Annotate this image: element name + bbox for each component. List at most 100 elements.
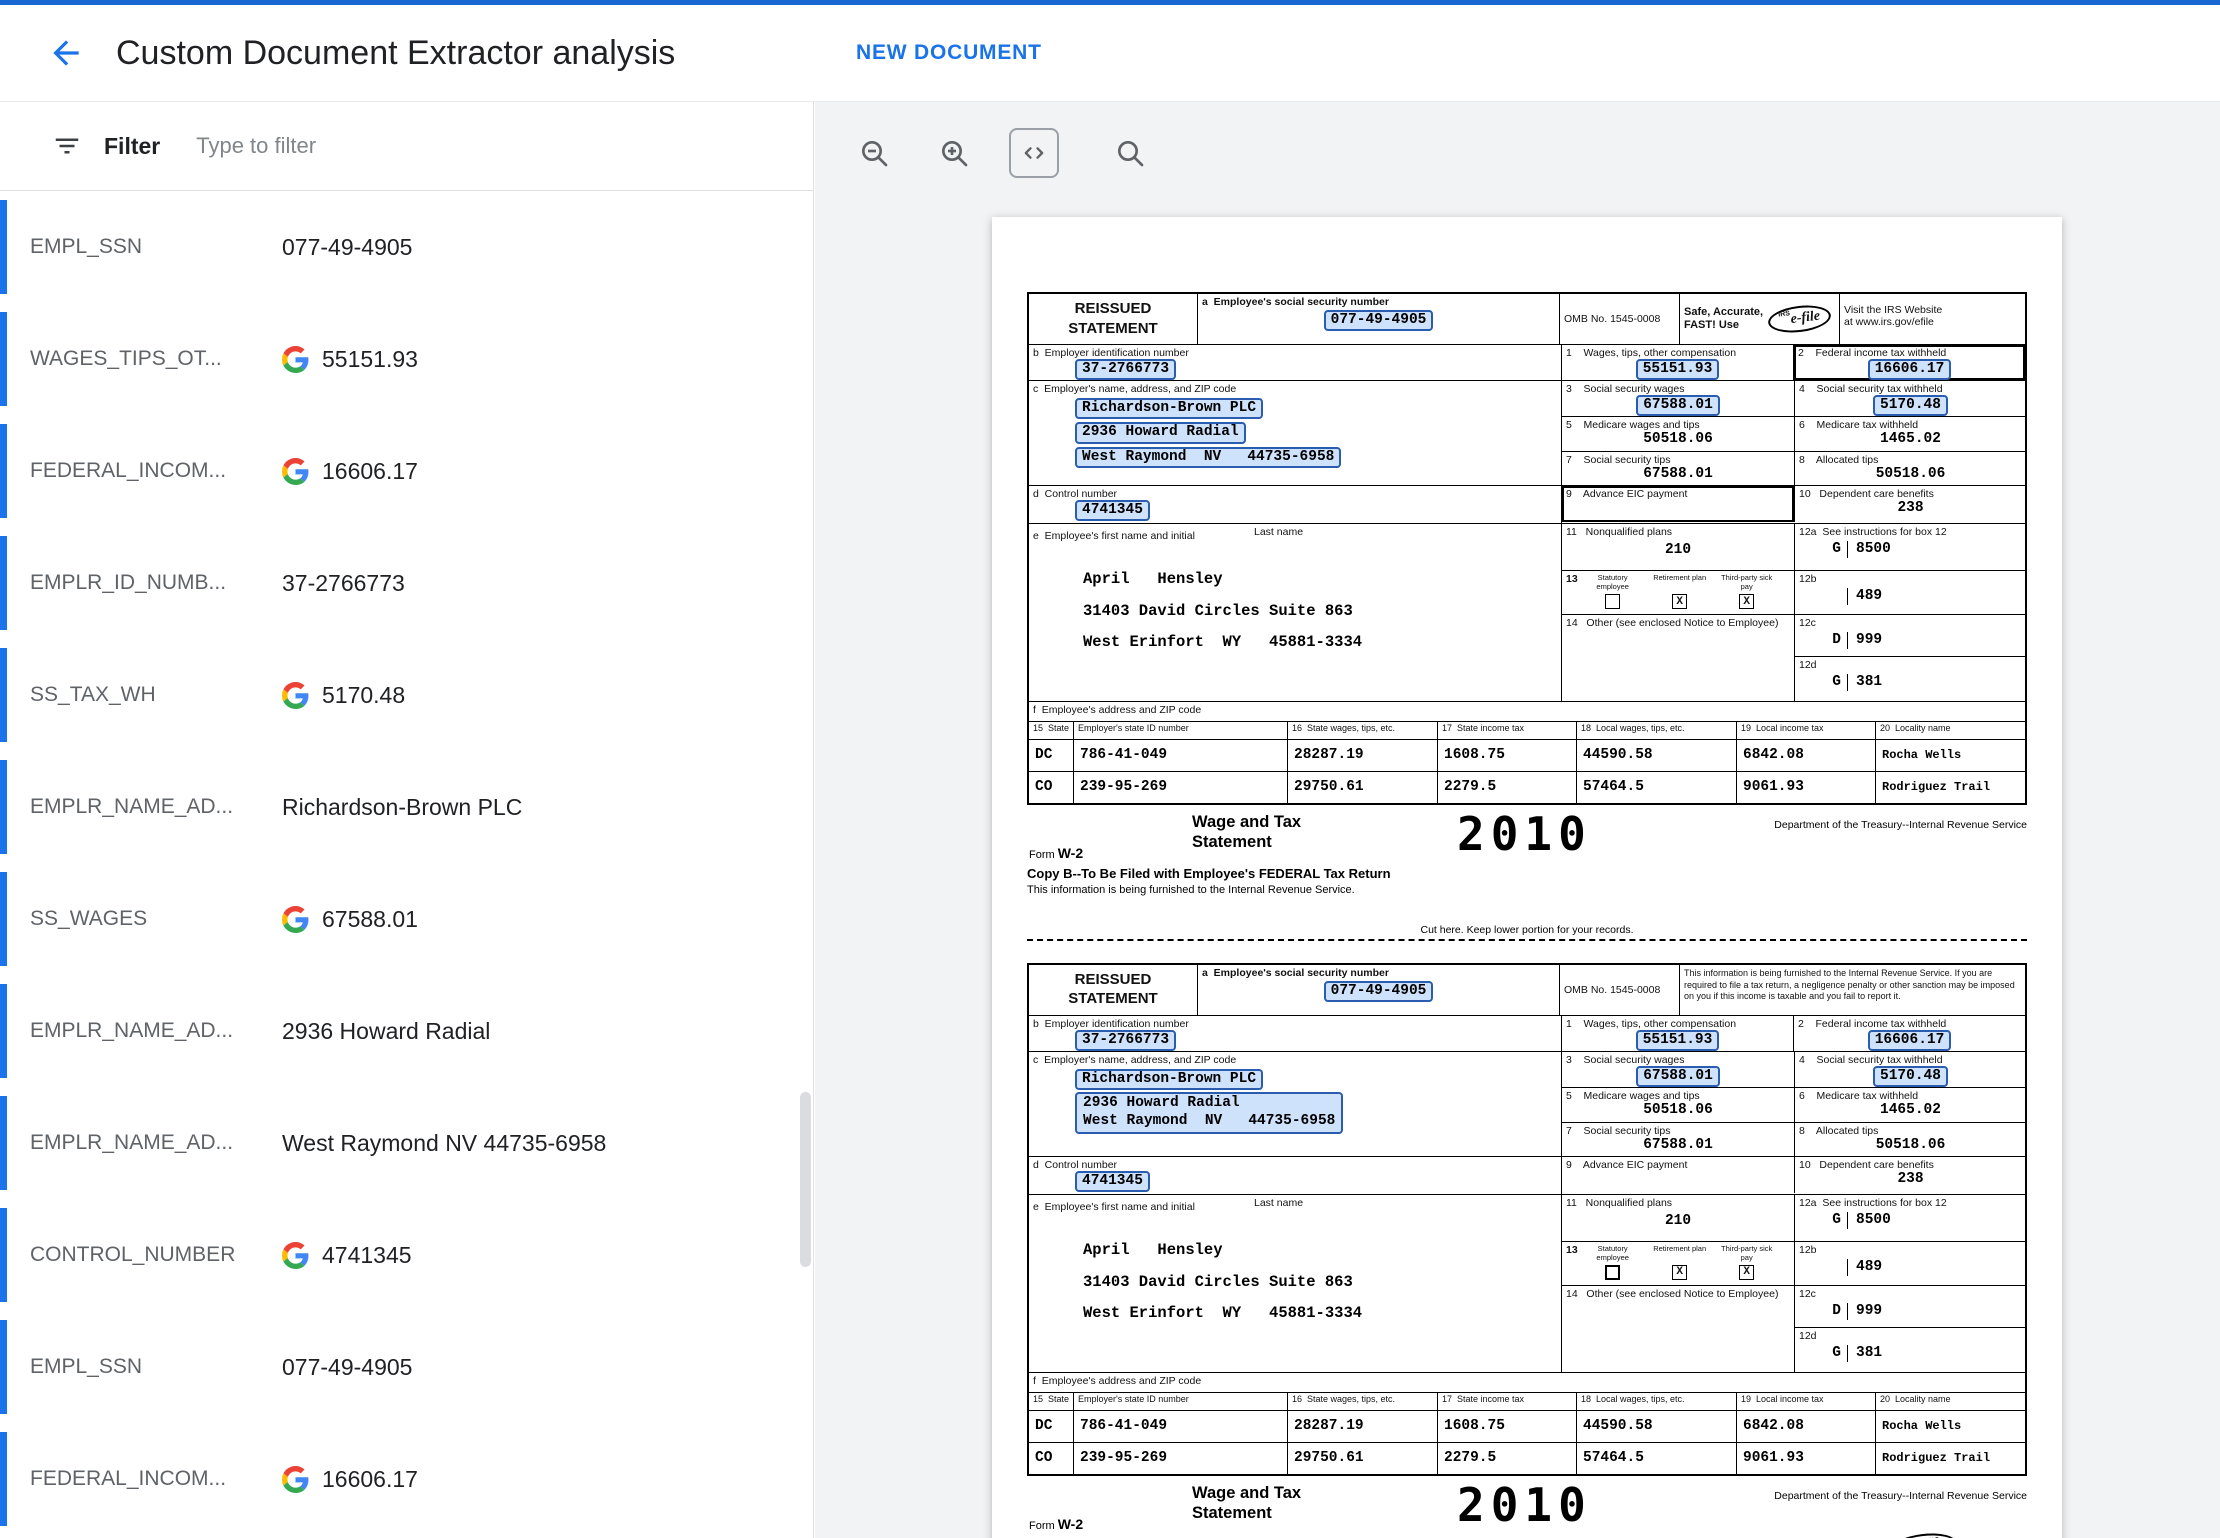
field-row[interactable]: FEDERAL_INCOM... 16606.17 — [0, 1423, 813, 1535]
w2-box-12c: 12c D999 — [1794, 1286, 2025, 1327]
entity-highlight-employer-address[interactable]: 2936 Howard Radial West Raymond NV 44735… — [1075, 1092, 1343, 1134]
google-icon — [282, 906, 309, 933]
field-row[interactable]: EMPL_SSN 077-49-4905 — [0, 1311, 813, 1423]
back-button[interactable] — [42, 29, 90, 77]
w2-box-5: 5 Medicare wages and tips 50518.06 — [1562, 417, 1794, 451]
entity-highlight-ss-tax[interactable]: 5170.48 — [1873, 395, 1948, 416]
arrow-back-icon — [47, 34, 85, 72]
entity-highlight-employer-name[interactable]: Richardson-Brown PLC — [1075, 1069, 1263, 1090]
employee-addr1: 31403 David Circles Suite 863 — [1083, 602, 1557, 621]
field-row[interactable]: EMPLR_NAME_AD... Richardson-Brown PLC — [0, 751, 813, 863]
new-document-button[interactable]: NEW DOCUMENT — [856, 41, 1042, 65]
w2-state-row: DC 786-41-049 28287.19 1608.75 44590.58 … — [1029, 739, 2025, 771]
field-row[interactable]: SS_TAX_WH 5170.48 — [0, 639, 813, 751]
field-label: EMPL_SSN — [30, 235, 282, 259]
field-row[interactable]: EMPLR_ID_NUMB... 37-2766773 — [0, 527, 813, 639]
field-value: 5170.48 — [322, 682, 405, 709]
w2-box-14: 14 Other (see enclosed Notice to Employe… — [1562, 1286, 1794, 1327]
document-viewer-panel: REISSUED STATEMENT a Employee's social s… — [815, 102, 2220, 1538]
entity-highlight-employer-addr2[interactable]: West Raymond NV 44735-6958 — [1075, 447, 1341, 468]
field-row[interactable]: WAGES_TIPS_OT... 55151.93 — [0, 303, 813, 415]
entity-highlight-ssn[interactable]: 077-49-4905 — [1324, 981, 1434, 1002]
entity-highlight-ein[interactable]: 37-2766773 — [1075, 1030, 1176, 1051]
w2-box-10: 10 Dependent care benefits 238 — [1794, 486, 2025, 522]
w2-box-f: f Employee's address and ZIP code — [1029, 1373, 2025, 1392]
entity-highlight-ein[interactable]: 37-2766773 — [1075, 359, 1176, 380]
field-value: 67588.01 — [322, 906, 418, 933]
entity-highlight-fed-tax[interactable]: 16606.17 — [1868, 359, 1952, 380]
checkbox-statutory-employee[interactable]: Statutory employee — [1581, 574, 1645, 609]
w2-box-c: c Employer's name, address, and ZIP code… — [1029, 381, 1561, 485]
form-year: 2010 — [1457, 807, 1592, 861]
field-row[interactable]: FEDERAL_INCOM... 16606.17 — [0, 415, 813, 527]
google-icon — [282, 1466, 309, 1493]
field-row[interactable]: CONTROL_NUMBER 4741345 — [0, 1199, 813, 1311]
field-row[interactable]: EMPLR_NAME_AD... West Raymond NV 44735-6… — [0, 1087, 813, 1199]
field-row[interactable]: EMPL_SSN 077-49-4905 — [0, 191, 813, 303]
checkbox-retirement-plan[interactable]: Retirement plan X — [1648, 1245, 1712, 1280]
w2-box-4: 4 Social security tax withheld 5170.48 — [1794, 1052, 2025, 1087]
bounding-box-toggle-button[interactable] — [1009, 128, 1059, 178]
w2-omb: OMB No. 1545-0008 — [1559, 965, 1679, 1015]
entity-highlight-control-number[interactable]: 4741345 — [1075, 500, 1150, 521]
form-year: 2010 — [1457, 1478, 1592, 1532]
entity-highlight-control-number[interactable]: 4741345 — [1075, 1171, 1150, 1192]
w2-state-row: DC 786-41-049 28287.19 1608.75 44590.58 … — [1029, 1410, 2025, 1442]
filter-input[interactable] — [194, 132, 628, 160]
cut-here-separator: Cut here. Keep lower portion for your re… — [1027, 924, 2027, 941]
entity-highlight-ssn[interactable]: 077-49-4905 — [1324, 310, 1434, 331]
entity-highlight-ss-wages[interactable]: 67588.01 — [1636, 395, 1720, 416]
w2-box-12c: 12c D999 — [1794, 615, 2025, 656]
field-label: SS_TAX_WH — [30, 683, 282, 707]
filter-bar: Filter — [0, 102, 813, 191]
w2-box-7: 7 Social security tips 67588.01 — [1562, 1123, 1794, 1156]
w2-box-4: 4 Social security tax withheld 5170.48 — [1794, 381, 2025, 416]
field-label: CONTROL_NUMBER — [30, 1243, 282, 1267]
checkbox-retirement-plan[interactable]: Retirement plan X — [1648, 574, 1712, 609]
field-row[interactable]: EMPLR_NAME_AD... 2936 Howard Radial — [0, 975, 813, 1087]
w2-state-header-row: 15 State Employer's state ID number 16 S… — [1029, 1392, 2025, 1410]
entity-highlight-ss-wages[interactable]: 67588.01 — [1636, 1066, 1720, 1087]
entity-highlight-employer-name[interactable]: Richardson-Brown PLC — [1075, 398, 1263, 419]
entities-panel: Filter EMPL_SSN 077-49-4905 WAGES_TIPS_O… — [0, 102, 814, 1538]
zoom-out-button[interactable] — [849, 128, 899, 178]
w2-box-b: b Employer identification number 37-2766… — [1029, 345, 1561, 380]
copy-b-line: Copy B--To Be Filed with Employee's FEDE… — [1027, 865, 2027, 883]
field-value: Richardson-Brown PLC — [282, 794, 522, 821]
w2-box-12d: 12d G381 — [1794, 1327, 2025, 1372]
google-icon — [282, 682, 309, 709]
field-label: FEDERAL_INCOM... — [30, 1467, 282, 1491]
w2-box-a: a Employee's social security number 077-… — [1197, 965, 1559, 1015]
w2-box-8: 8 Allocated tips 50518.06 — [1794, 452, 2025, 485]
w2-omb: OMB No. 1545-0008 — [1559, 294, 1679, 344]
w2-box-2: 2 Federal income tax withheld 16606.17 — [1793, 1016, 2025, 1051]
w2-reissued: REISSUED STATEMENT — [1029, 965, 1197, 1015]
w2-box-1: 1 Wages, tips, other compensation 55151.… — [1561, 1016, 1793, 1051]
checkbox-statutory-employee[interactable]: Statutory employee — [1581, 1245, 1645, 1280]
w2-box-7: 7 Social security tips 67588.01 — [1562, 452, 1794, 485]
entity-highlight-employer-addr1[interactable]: 2936 Howard Radial — [1075, 422, 1246, 443]
w2-box-9: 9 Advance EIC payment — [1562, 1157, 1794, 1193]
entity-highlight-ss-tax[interactable]: 5170.48 — [1873, 1066, 1948, 1087]
field-value: West Raymond NV 44735-6958 — [282, 1130, 606, 1157]
google-icon — [282, 458, 309, 485]
entity-highlight-wages[interactable]: 55151.93 — [1636, 1030, 1720, 1051]
w2-box-1: 1 Wages, tips, other compensation 55151.… — [1561, 345, 1793, 380]
zoom-in-button[interactable] — [929, 128, 979, 178]
field-label: EMPLR_NAME_AD... — [30, 795, 282, 819]
w2-box-13: 13 Statutory employee Retirement plan X — [1562, 1242, 1794, 1285]
w2-footer-copy-b: Form W-2 Wage and TaxStatement 2010 Depa… — [1027, 813, 2027, 865]
w2-box-e: e Employee's first name and initial Last… — [1029, 524, 1561, 701]
field-row[interactable]: SS_WAGES 67588.01 — [0, 863, 813, 975]
entity-highlight-wages[interactable]: 55151.93 — [1636, 359, 1720, 380]
w2-form-copy-c: REISSUED STATEMENT a Employee's social s… — [1027, 963, 2027, 1476]
w2-state-row: CO 239-95-269 29750.61 2279.5 57464.5 90… — [1029, 1442, 2025, 1474]
w2-safe-accurate: Safe, Accurate, FAST! Use IRSe-file — [1679, 294, 1839, 344]
field-label: EMPLR_NAME_AD... — [30, 1019, 282, 1043]
entity-highlight-fed-tax[interactable]: 16606.17 — [1868, 1030, 1952, 1051]
checkbox-third-party-sick-pay[interactable]: Third-party sick pay X — [1715, 574, 1779, 609]
checkbox-third-party-sick-pay[interactable]: Third-party sick pay X — [1715, 1245, 1779, 1280]
w2-box-3: 3 Social security wages 67588.01 — [1562, 381, 1794, 416]
scrollbar-thumb[interactable] — [800, 1092, 811, 1267]
search-document-button[interactable] — [1105, 128, 1155, 178]
